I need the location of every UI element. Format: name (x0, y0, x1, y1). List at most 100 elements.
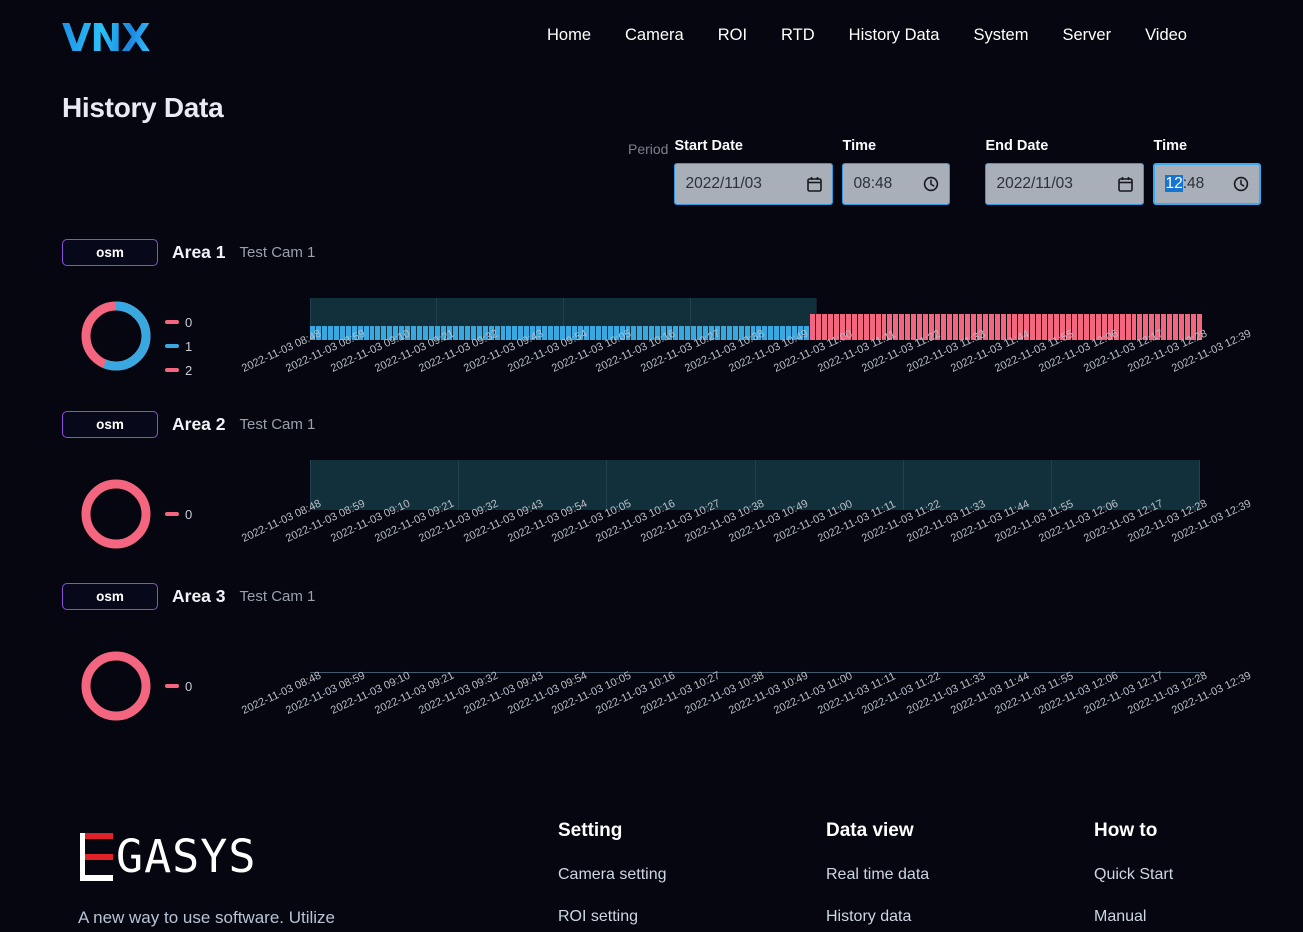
x-axis-labels-area-1: 2022-11-03 08:48 2022-11-03 08:59 2022-11-… (240, 328, 1253, 395)
legend-item[interactable]: 0 (165, 502, 192, 526)
period-filter: Period Start Date 2022/11/03 Time 08:48 (628, 138, 1265, 205)
legend-label: 0 (185, 678, 193, 694)
legend-area-2: 0 (165, 502, 192, 526)
bar (500, 326, 506, 340)
nav-item-system[interactable]: System (956, 26, 1045, 45)
bar (327, 326, 333, 340)
legend-item[interactable]: 2 (165, 358, 192, 382)
legend-label: 2 (185, 362, 193, 378)
area-name-1: Area 1 (172, 242, 226, 262)
area-header-2: osm Area 2 Test Cam 1 (62, 411, 315, 438)
period-label: Period (628, 141, 669, 157)
area-header-1: osm Area 1 Test Cam 1 (62, 239, 315, 266)
legasys-e-icon (80, 832, 114, 881)
nav-item-history-data[interactable]: History Data (832, 26, 957, 45)
legend-item[interactable]: 0 (165, 310, 192, 334)
vnx-logo[interactable]: VNX (62, 16, 151, 60)
legend-item[interactable]: 0 (165, 674, 192, 698)
footer-column-setting: Setting Camera setting ROI setting (558, 820, 667, 932)
start-date-input[interactable]: 2022/11/03 (674, 163, 834, 205)
bar (637, 326, 643, 340)
osm-badge-area-2[interactable]: osm (62, 411, 158, 438)
footer-link-roi-setting[interactable]: ROI setting (558, 908, 667, 926)
end-time-selected-segment[interactable]: 12 (1165, 175, 1183, 192)
nav-item-rtd[interactable]: RTD (764, 26, 832, 45)
donut-chart-area-2[interactable] (78, 476, 154, 557)
calendar-icon[interactable] (1118, 176, 1134, 192)
x-axis-labels-area-3: 2022-11-03 08:48 2022-11-03 08:59 2022-11-… (240, 670, 1253, 737)
end-date-value: 2022/11/03 (996, 175, 1073, 192)
bar (548, 326, 554, 340)
osm-badge-area-1[interactable]: osm (62, 239, 158, 266)
end-date-input[interactable]: 2022/11/03 (985, 163, 1145, 205)
bar (506, 326, 512, 340)
footer-link-quick-start[interactable]: Quick Start (1094, 866, 1173, 884)
start-time-field-group: Time 08:48 (842, 138, 985, 205)
legend-label: 0 (185, 314, 193, 330)
bar (911, 314, 917, 340)
bar (375, 326, 381, 340)
legasys-logo: GASYS (80, 830, 256, 883)
nav-item-home[interactable]: Home (530, 26, 608, 45)
nav-item-roi[interactable]: ROI (701, 26, 764, 45)
bar (417, 326, 423, 340)
footer-link-real-time-data[interactable]: Real time data (826, 866, 929, 884)
start-date-label: Start Date (674, 138, 743, 154)
calendar-icon[interactable] (807, 176, 823, 192)
footer-tagline: A new way to use software. Utilize (78, 908, 336, 927)
end-time-rest-segment[interactable]: :48 (1183, 175, 1205, 192)
bar (863, 314, 869, 340)
donut-chart-area-1[interactable] (78, 298, 154, 379)
bar (1167, 314, 1173, 340)
bar (810, 314, 816, 340)
bar (816, 314, 821, 340)
bar (554, 326, 560, 340)
footer-link-history-data[interactable]: History data (826, 908, 929, 926)
footer-link-camera-setting[interactable]: Camera setting (558, 866, 667, 884)
gridline (458, 460, 459, 510)
x-axis-labels-area-2: 2022-11-03 08:48 2022-11-03 08:59 2022-11-… (240, 498, 1253, 565)
legend-item[interactable]: 1 (165, 334, 192, 358)
clock-icon[interactable] (923, 176, 939, 192)
page-footer: GASYS A new way to use software. Utilize… (0, 800, 1303, 932)
bar (1131, 314, 1137, 340)
nav-item-video[interactable]: Video (1128, 26, 1204, 45)
camera-name-1: Test Cam 1 (239, 244, 316, 261)
bar (589, 326, 595, 340)
legend-area-3: 0 (165, 674, 192, 698)
bar (595, 326, 601, 340)
start-time-input[interactable]: 08:48 (842, 163, 951, 205)
legend-swatch-icon (165, 512, 179, 516)
bar (1083, 314, 1089, 340)
bar (1125, 314, 1131, 340)
bar (774, 326, 780, 340)
footer-column-title: Setting (558, 820, 623, 841)
bar (946, 314, 952, 340)
main-nav-links: Home Camera ROI RTD History Data System … (530, 26, 1204, 45)
end-date-field-group: End Date 2022/11/03 (985, 138, 1153, 205)
nav-item-server[interactable]: Server (1045, 26, 1128, 45)
clock-icon[interactable] (1233, 176, 1249, 192)
start-time-value: 08:48 (853, 175, 893, 192)
footer-link-manual[interactable]: Manual (1094, 908, 1173, 926)
legend-swatch-icon (165, 684, 179, 688)
bar (988, 314, 994, 340)
gridline (903, 460, 904, 510)
camera-name-3: Test Cam 1 (239, 588, 316, 605)
nav-item-camera[interactable]: Camera (608, 26, 701, 45)
page-title: History Data (62, 92, 224, 123)
osm-badge-area-3[interactable]: osm (62, 583, 158, 610)
bar (464, 326, 470, 340)
bar (1173, 314, 1179, 340)
bar (905, 314, 911, 340)
bar (941, 314, 946, 340)
end-time-input[interactable]: 12:48 (1153, 163, 1262, 205)
bar (1030, 314, 1036, 340)
donut-chart-area-3[interactable] (78, 648, 154, 729)
camera-name-2: Test Cam 1 (239, 416, 316, 433)
gridline (1051, 460, 1052, 510)
bar (1000, 314, 1006, 340)
footer-column-how-to: How to Quick Start Manual (1094, 820, 1173, 932)
area-name-3: Area 3 (172, 586, 226, 606)
start-time-label: Time (842, 138, 877, 154)
